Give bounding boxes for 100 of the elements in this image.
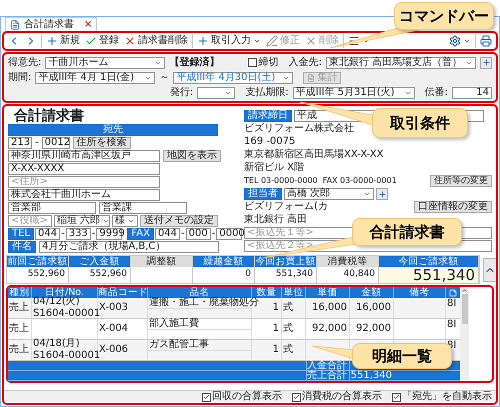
department-field[interactable]: 営業部 [8,202,96,214]
collapse-button[interactable] [483,258,496,282]
table-cell: ガス配管工事 [149,339,209,351]
column-header: 日付/No. [32,287,98,298]
table-cell-text: 04/18(月) [33,338,81,350]
add-button[interactable] [480,56,492,68]
customer-select[interactable]: 千曲川ホーム [45,56,166,68]
issue-label: 発行: [170,86,194,98]
option-checkbox[interactable] [292,392,301,402]
toolbar-icon-button[interactable] [449,34,471,48]
toolbar-button[interactable]: 新規 [46,34,80,48]
table-cell: 92,000 [312,323,347,335]
staff-select[interactable]: 高橋 次郎 [284,188,374,200]
period-separator: ～ [159,72,170,84]
fax-field[interactable]: 000 [186,228,211,240]
toolbar-button[interactable]: 請求書削除 [124,34,188,48]
tel-label: TEL [8,228,34,240]
due-select[interactable]: 平成III年 5月31日(火) [292,86,415,98]
summary-header: 消費税等 [317,256,378,267]
toolbar-icon-button[interactable] [480,34,492,48]
issuer-text: 新宿ビル X階 [244,162,304,174]
period-from-select[interactable]: 平成III年 4月 1日(金) [35,72,156,84]
summary-value: 551,340 [379,267,478,283]
column-header: 数量 [252,287,282,298]
issue-select[interactable] [197,86,236,98]
scrollbar[interactable] [460,287,469,381]
summary-value: 552,960 [26,268,66,282]
change-bank-button[interactable]: 口座情報の変更 [414,201,492,213]
footer-label: 入金合計 [307,360,347,370]
closing-checkbox[interactable] [248,58,257,67]
show-map-button[interactable]: 地図を表示 [163,150,221,162]
table-cell: 式 [283,344,293,356]
memo-settings-button[interactable]: 送付メモの設定 [140,215,218,227]
note-icon [449,288,457,296]
table-cell: 売上 [9,302,29,314]
staff-label: 担当者 [244,188,282,200]
table-cell-text: X-003 [99,302,128,313]
column-header: 単位 [282,287,306,298]
column-header: 品名 [148,287,252,298]
section-field[interactable]: 営業課 [99,202,187,214]
phone-field[interactable]: 9999 [96,228,122,240]
table-cell: 16,000 [356,302,391,314]
toolbar-button[interactable]: 登録 [85,34,119,48]
toolbar-button[interactable]: 取引入力 [197,34,261,48]
invoice-title: 合計請求書 [14,108,84,124]
option-checkbox[interactable] [392,392,401,402]
plus-icon [46,35,58,47]
phone-field[interactable]: 333 [66,228,91,240]
postal-field[interactable]: 0012 [42,137,70,149]
caret-icon [463,37,471,45]
address-search-button[interactable]: 住所を検索 [72,137,131,149]
summary-value: 40,840 [342,268,376,282]
issuer-text: ビズリフォーム株式会社 [244,123,354,135]
address-field[interactable]: 神奈川県川崎市高津区坂戸 [8,150,160,162]
document-icon [10,20,20,30]
closing-date-label: 請求締日 [244,110,292,122]
print-icon [480,35,492,47]
caret-icon [127,217,135,225]
status-text: 【登録済】 [169,56,220,68]
plus-icon [197,35,209,47]
column-header: 単価 [306,287,350,298]
fax-field[interactable]: 044 [154,228,180,240]
check-icon [85,35,97,47]
tab-close-button[interactable]: × [84,20,92,30]
honorific-select[interactable]: 様 [112,215,138,227]
deposit-select[interactable]: 東北銀行 高田馬場支店（普） [326,56,476,68]
option-checkbox[interactable] [202,392,211,402]
company-field[interactable]: 株式会社千曲川ホーム [8,189,160,201]
issuer-text: 東京都新宿区高田馬場XX-X-XX [244,149,384,161]
summary-header: 調整額 [131,256,192,267]
option-label: 「宛先」を自動表示 [402,391,492,403]
plus-icon [482,58,490,67]
summary-value: 0 [244,268,252,282]
postal-field[interactable]: 213 [8,137,32,149]
pen-icon [266,35,278,47]
caret-icon [363,190,371,198]
address-field[interactable]: X-XX-XXXX [8,163,160,175]
phone-field[interactable]: 044 [35,228,60,240]
fax-field[interactable]: 0000 [216,228,242,240]
document-tab[interactable]: 合計請求書 × [5,17,98,31]
summary-header: 今回ご請求額 [379,256,478,267]
person-select[interactable]: 稲垣 六郎 [54,215,110,227]
subject-field[interactable]: 4月分ご請求（現場A,B,C） [39,241,219,253]
table-cell: 8I [447,298,456,310]
change-address-button[interactable]: 住所等の変更 [430,175,492,187]
callout-label: 合計請求書 [352,218,462,246]
option-label: 回収の合算表示 [212,391,282,403]
add-button[interactable] [376,188,388,200]
phone-separator: - [92,228,96,240]
table-cell: 運搬・施工・廃棄物処分 [149,297,259,309]
table-cell: 売上 [9,344,29,356]
column-header: 金額 [350,287,394,298]
table-cell-text: 04/12(火) [33,296,80,308]
table-cell: 1 [272,302,279,314]
period-to-select[interactable]: 平成III年 4月30日(土) [173,72,294,84]
table-cell: 式 [283,302,293,314]
table-cell: 92,000 [356,323,391,335]
caret-icon [253,37,261,45]
slip-field[interactable]: 14 [452,86,492,98]
phone-separator: - [212,228,216,240]
